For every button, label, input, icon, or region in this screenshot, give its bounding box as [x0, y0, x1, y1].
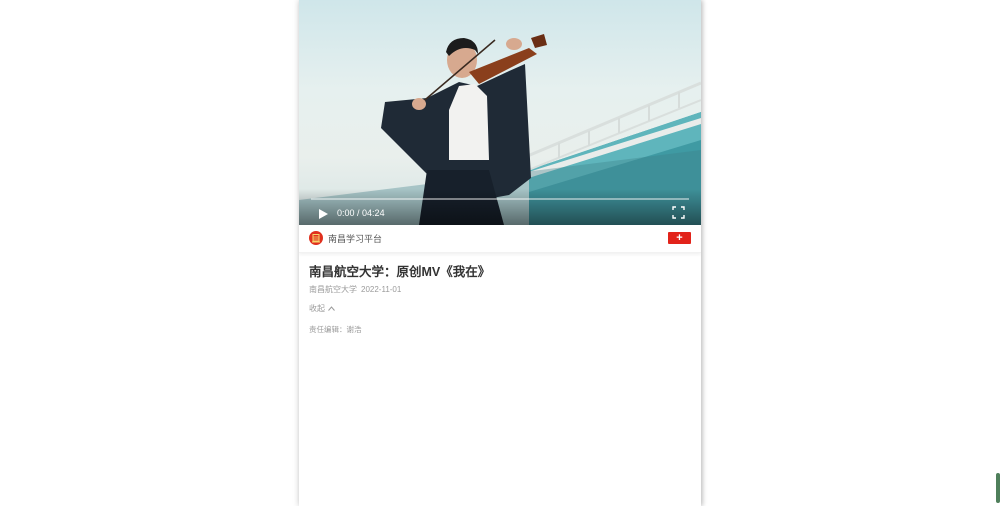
follow-button[interactable]: +	[668, 232, 691, 244]
article-source: 南昌航空大学	[309, 285, 357, 294]
page-scrollbar-thumb[interactable]	[996, 473, 1000, 503]
chevron-up-icon	[328, 304, 335, 314]
article-column: 0:00 / 04:24 南昌学习平台 + 南昌航空大学：原创MV《我在》 南昌…	[299, 0, 701, 506]
video-time: 0:00 / 04:24	[337, 208, 385, 218]
collapse-toggle[interactable]: 收起	[309, 304, 335, 314]
collapse-label: 收起	[309, 304, 325, 313]
fullscreen-icon	[672, 206, 685, 219]
play-button[interactable]	[317, 207, 329, 219]
publisher-bar: 南昌学习平台 +	[299, 225, 701, 253]
fullscreen-button[interactable]	[672, 206, 685, 219]
video-duration: 04:24	[362, 208, 385, 218]
video-current-time: 0:00	[337, 208, 355, 218]
page: 0:00 / 04:24 南昌学习平台 + 南昌航空大学：原创MV《我在》 南昌…	[0, 0, 1000, 506]
article-title: 南昌航空大学：原创MV《我在》	[309, 265, 491, 279]
publisher-name[interactable]: 南昌学习平台	[328, 233, 382, 245]
article-body: 南昌航空大学：原创MV《我在》 南昌航空大学 2022-11-01 收起 责任编辑…	[299, 253, 701, 335]
article-meta: 南昌航空大学 2022-11-01	[309, 285, 691, 295]
responsible-editor: 责任编辑：谢浩	[309, 325, 362, 334]
video-player[interactable]: 0:00 / 04:24	[299, 0, 701, 225]
publisher-logo-icon[interactable]	[309, 231, 323, 245]
video-progress-bar[interactable]	[311, 198, 689, 200]
publisher-emblem-icon	[309, 231, 323, 245]
video-controls: 0:00 / 04:24	[299, 189, 701, 225]
article-date: 2022-11-01	[361, 285, 402, 294]
play-icon	[319, 209, 328, 219]
